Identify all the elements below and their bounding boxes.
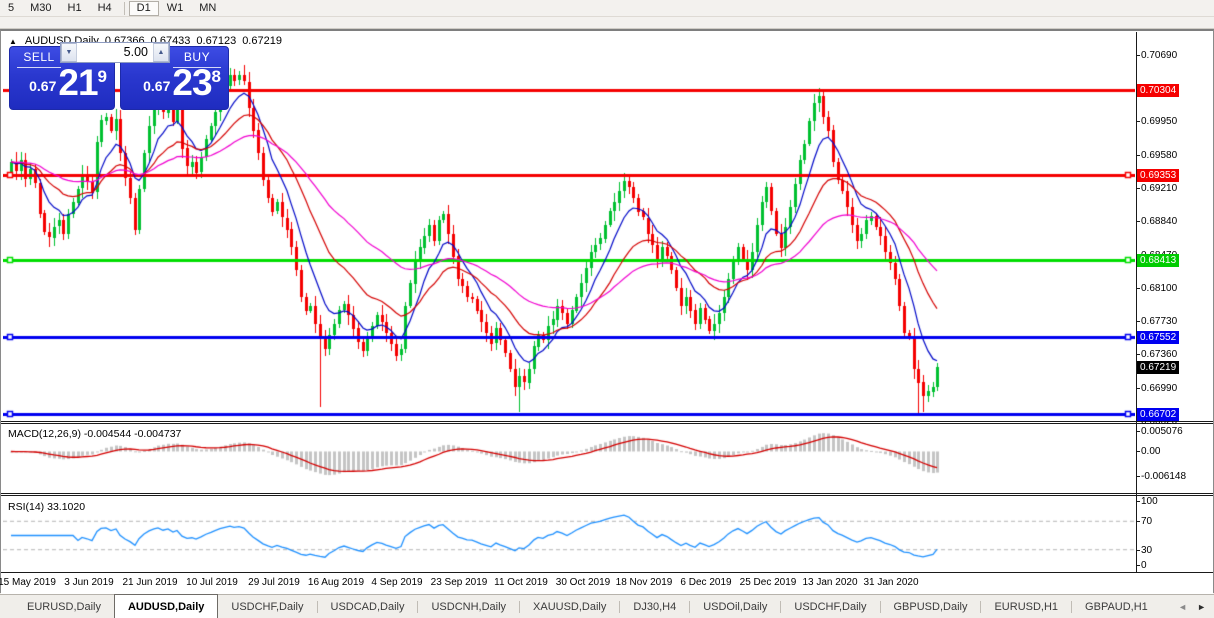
price-tick-0.68100: 0.68100: [1135, 283, 1178, 294]
tab-dj30-h4[interactable]: DJ30,H4: [620, 595, 689, 618]
timeframe-button-h1[interactable]: H1: [60, 1, 90, 16]
time-label-7: 4 Sep 2019: [371, 577, 423, 588]
pane-splitter-rsi[interactable]: [1, 493, 1213, 496]
tab-usdoil-daily[interactable]: USDOil,Daily: [690, 595, 780, 618]
tabs-scroll-right-icon[interactable]: ►: [1197, 602, 1206, 612]
rsi-name: RSI(14): [8, 501, 45, 513]
tab-eurusd-h1[interactable]: EURUSD,H1: [981, 595, 1071, 618]
toolbar-separator: [123, 1, 125, 15]
time-label-10: 30 Oct 2019: [555, 577, 611, 588]
macd-tick-0.005076: 0.005076: [1136, 426, 1183, 437]
rsi-value: 33.1020: [47, 501, 86, 513]
rsi-tick-30: 30: [1135, 545, 1153, 556]
chevron-down-icon: ▼: [65, 49, 73, 56]
timeframe-button-5[interactable]: 5: [0, 1, 22, 16]
tab-eurusd-daily[interactable]: EURUSD,Daily: [14, 595, 114, 618]
price-tick-0.68840: 0.68840: [1135, 216, 1178, 227]
time-label-15: 31 Jan 2020: [863, 577, 919, 588]
time-label-12: 6 Dec 2019: [680, 577, 732, 588]
rsi-tick-0: 0: [1136, 560, 1147, 571]
time-label-3: 21 Jun 2019: [122, 577, 178, 588]
timeframe-button-h4[interactable]: H4: [90, 1, 120, 16]
tab-usdcnh-daily[interactable]: USDCNH,Daily: [418, 595, 519, 618]
volume-increase-button[interactable]: ▲: [153, 43, 169, 62]
timeframe-button-d1[interactable]: D1: [128, 0, 159, 16]
rsi-tick-100: 100: [1136, 496, 1158, 507]
macd-tick-0.00: 0.00: [1135, 446, 1161, 457]
chevron-up-icon: ▲: [157, 49, 165, 56]
time-label-8: 23 Sep 2019: [430, 577, 488, 588]
price-tick-0.69210: 0.69210: [1135, 183, 1178, 194]
current-price-badge: 0.67219: [1137, 361, 1180, 374]
tab-audusd-daily[interactable]: AUDUSD,Daily: [113, 594, 219, 618]
volume-input[interactable]: 5.00: [77, 43, 153, 62]
timeframe-button-w1[interactable]: W1: [159, 1, 192, 16]
time-label-6: 16 Aug 2019: [307, 577, 365, 588]
rsi-indicator-canvas[interactable]: [3, 498, 1135, 571]
level-badge-0.69353: 0.69353: [1137, 169, 1180, 182]
level-badge-0.68413: 0.68413: [1137, 254, 1180, 267]
time-label-2: 3 Jun 2019: [64, 577, 114, 588]
pane-splitter-macd[interactable]: [1, 421, 1213, 424]
tabs-scroll-left-icon[interactable]: ◄: [1178, 602, 1187, 612]
level-badge-0.66702: 0.66702: [1137, 408, 1180, 421]
tab-usdchf-daily[interactable]: USDCHF,Daily: [218, 595, 316, 618]
ohlc-close: 0.67219: [242, 35, 282, 47]
rsi-tick-70: 70: [1135, 516, 1153, 527]
price-tick-0.67730: 0.67730: [1135, 316, 1178, 327]
timeframe-button-m30[interactable]: M30: [22, 1, 59, 16]
chart-tab-bar: EURUSD,Daily AUDUSD,Daily USDCHF,Daily USDC…: [0, 594, 1214, 618]
timeframe-toolbar: 5 M30 H1 H4 D1 W1 MN: [0, 0, 1214, 29]
tab-bar-left-pad: [0, 595, 14, 618]
tab-usdcad-daily[interactable]: USDCAD,Daily: [318, 595, 418, 618]
time-label-4: 10 Jul 2019: [186, 577, 238, 588]
tab-gbpaud-h1[interactable]: GBPAUD,H1: [1072, 595, 1161, 618]
chart-window: ▲ AUDUSD,Daily 0.67366 0.67433 0.67123 0…: [0, 29, 1214, 594]
tab-scroll-arrows: ◄ ►: [1170, 595, 1214, 618]
macd-name: MACD(12,26,9): [8, 428, 81, 440]
time-label-14: 13 Jan 2020: [802, 577, 858, 588]
volume-decrease-button[interactable]: ▼: [61, 43, 77, 62]
time-label-5: 29 Jul 2019: [248, 577, 300, 588]
volume-spinner: ▼ 5.00 ▲: [60, 42, 170, 63]
macd-main-value: -0.004544: [83, 428, 132, 440]
macd-indicator-label: MACD(12,26,9) -0.004544 -0.004737: [8, 428, 181, 440]
time-label-13: 25 Dec 2019: [739, 577, 797, 588]
price-tick-0.69580: 0.69580: [1135, 150, 1178, 161]
sell-price: 0.67219: [29, 62, 107, 103]
time-label-9: 11 Oct 2019: [494, 577, 548, 588]
tab-gbpusd-daily[interactable]: GBPUSD,Daily: [881, 595, 981, 618]
price-axis: 0.70690 0.69950 0.69580 0.69210 0.68840 0.684…: [1135, 31, 1214, 573]
time-axis: 15 May 2019 3 Jun 2019 21 Jun 2019 10 Jul 2…: [0, 573, 1213, 594]
level-badge-0.70304: 0.70304: [1137, 84, 1180, 97]
price-tick-0.69950: 0.69950: [1135, 116, 1178, 127]
timeframe-button-mn[interactable]: MN: [191, 1, 224, 16]
one-click-trading-panel: SELL 0.67219 BUY 0.67238 ▼ 5.00 ▲: [9, 42, 229, 110]
time-label-11: 18 Nov 2019: [615, 577, 673, 588]
macd-signal-value: -0.004737: [134, 428, 182, 440]
price-tick-0.70690: 0.70690: [1135, 50, 1178, 61]
rsi-indicator-label: RSI(14) 33.1020: [8, 501, 85, 513]
macd-tick--0.006148: -0.006148: [1135, 471, 1187, 482]
buy-price: 0.67238: [143, 62, 221, 103]
tab-xauusd-daily[interactable]: XAUUSD,Daily: [520, 595, 619, 618]
timeframe-buttons-row: 5 M30 H1 H4 D1 W1 MN: [0, 0, 1214, 17]
level-badge-0.67552: 0.67552: [1137, 331, 1180, 344]
tab-usdchf-daily[interactable]: USDCHF,Daily: [781, 595, 879, 618]
price-tick-0.67360: 0.67360: [1135, 349, 1178, 360]
time-label-1: 15 May 2019: [0, 577, 56, 588]
price-tick-0.66990: 0.66990: [1135, 383, 1178, 394]
